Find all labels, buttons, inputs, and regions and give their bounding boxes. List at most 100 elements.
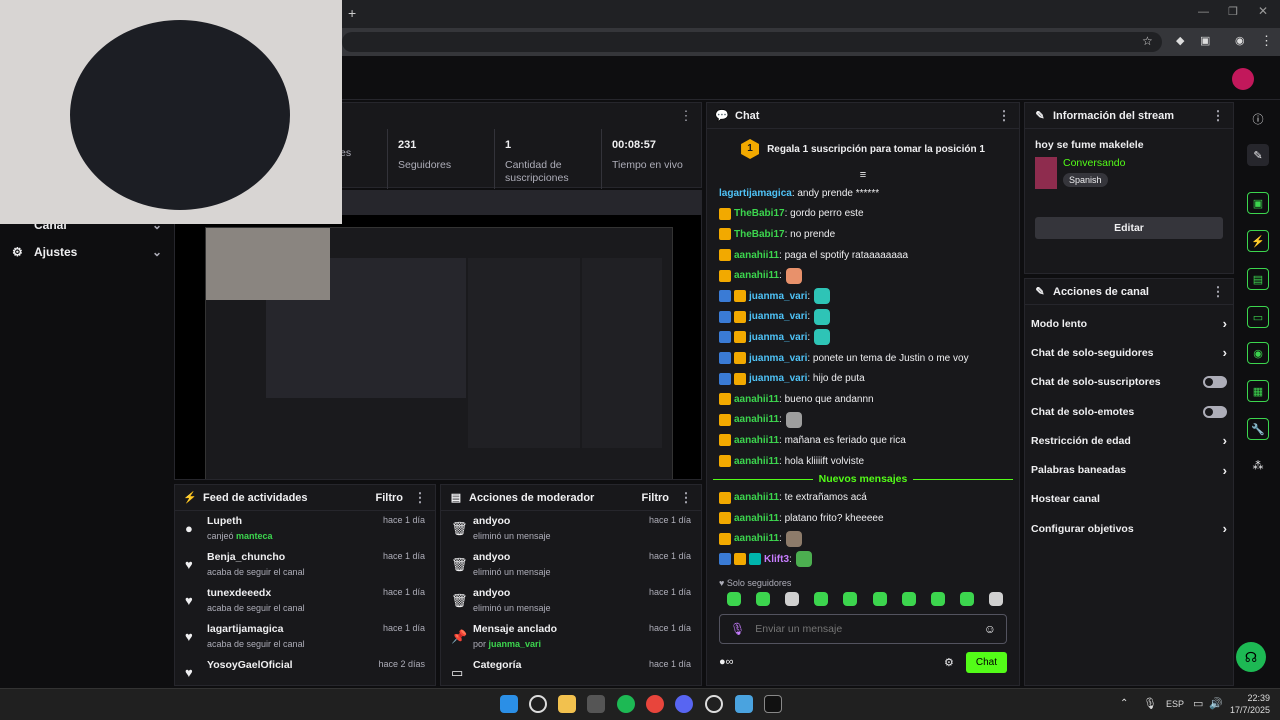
app-f-icon[interactable] [735,695,753,713]
obs-icon[interactable] [705,695,723,713]
chat-username[interactable]: aanahii11 [734,270,779,281]
chat-message-input[interactable] [755,622,984,635]
toggle-switch[interactable] [1203,376,1227,389]
chat-username[interactable]: aanahii11 [734,250,779,261]
dots-icon[interactable]: ⁂ [1247,454,1269,476]
chat-username[interactable]: Klift3 [764,554,789,565]
emote-picker-icon[interactable] [960,591,975,606]
mic-icon[interactable]: 🎙 [730,622,745,636]
emote-picker-icon[interactable] [755,591,770,606]
chat-username[interactable]: juanma_vari [749,373,807,384]
mod-user[interactable]: andyoo [473,551,551,563]
chat-username[interactable]: TheBabi17 [734,208,785,219]
chat-send-button[interactable]: Chat [965,651,1007,673]
file-explorer-icon[interactable] [558,695,576,713]
channel-actions-menu-icon[interactable]: ⋮ [1211,284,1225,300]
emote-picker-icon[interactable] [930,591,945,606]
chat-input-box[interactable]: 🎙 ☺ [719,613,1007,644]
mod-user[interactable]: Categoría [473,659,521,671]
chat-username[interactable]: aanahii11 [734,394,779,405]
minimize-icon[interactable]: — [1198,6,1209,18]
wrench-icon[interactable]: 🔧 [1247,418,1269,440]
pinned-toggle-icon[interactable]: ≡ [707,169,1019,183]
points-icon[interactable]: ●∞ [719,656,734,668]
discord-icon[interactable] [675,695,693,713]
chat-username[interactable]: TheBabi17 [734,229,785,240]
spotify-icon[interactable] [617,695,635,713]
chat-username[interactable]: aanahii11 [734,533,779,544]
store-icon[interactable] [587,695,605,713]
channel-action-item[interactable]: Palabras baneadas › [1025,455,1233,484]
channel-action-item[interactable]: Hostear canal [1025,485,1233,514]
stream-preview[interactable] [174,190,702,480]
tray-mic-icon[interactable]: 🎙 [1143,697,1157,710]
feed-user[interactable]: YosoyGaelOficial [207,659,293,671]
profile-icon[interactable]: ◉ [1235,34,1245,47]
chat-username[interactable]: aanahii11 [734,456,779,467]
chat-username[interactable]: aanahii11 [734,435,779,446]
channel-action-item[interactable]: Configurar objetivos › [1025,514,1233,543]
activity-menu-icon[interactable]: ⋮ [413,490,427,506]
toggle-switch[interactable] [1203,405,1227,418]
emote-picker-icon[interactable] [814,591,829,606]
emote-picker-icon[interactable] [843,591,858,606]
chrome-icon[interactable] [646,695,664,713]
url-field[interactable] [342,32,1162,52]
restore-icon[interactable]: ❐ [1228,5,1238,18]
chat-username[interactable]: juanma_vari [749,291,807,302]
channel-action-item[interactable]: Chat de solo-suscriptores [1025,368,1233,397]
avatar[interactable] [1232,68,1254,90]
edit-button[interactable]: Editar [1035,217,1223,239]
emote-picker-icon[interactable] [872,591,887,606]
browser-menu-icon[interactable]: ⋮ [1260,33,1273,49]
tray-chevron-icon[interactable]: ⌃ [1120,698,1128,709]
chat-username[interactable]: aanahii11 [734,513,779,524]
chat-username[interactable]: aanahii11 [734,492,779,503]
info-icon[interactable]: ⓘ [1247,108,1269,130]
network-icon[interactable]: ▭ [1193,697,1203,710]
mod-menu-icon[interactable]: ⋮ [679,490,693,506]
new-tab-button[interactable]: + [348,5,356,21]
mod-user[interactable]: andyoo [473,587,551,599]
emote-picker-icon[interactable] [989,591,1004,606]
edit-icon[interactable]: ✎ [1247,144,1269,166]
start-icon[interactable] [500,695,518,713]
feed-user[interactable]: Lupeth [207,515,273,527]
feed-user[interactable]: lagartijamagica [207,623,305,635]
chat-username[interactable]: juanma_vari [749,332,807,343]
epic-games-icon[interactable] [764,695,782,713]
mod-user[interactable]: andyoo [473,515,551,527]
feed-user[interactable]: Benja_chuncho [207,551,305,563]
new-messages-divider[interactable]: Nuevos mensajes [713,473,1013,485]
channel-action-item[interactable]: Chat de solo-emotes [1025,397,1233,426]
activity-filter-button[interactable]: Filtro [376,492,404,504]
category-name[interactable]: Conversando [1063,157,1125,169]
volume-icon[interactable]: 🔊 [1209,697,1223,710]
emoji-icon[interactable]: ☺ [984,622,996,636]
gift-leaderboard[interactable]: 1 Regala 1 suscripción para tomar la pos… [707,129,1019,169]
emote-picker-icon[interactable] [726,591,741,606]
channel-action-item[interactable]: Chat de solo-seguidores › [1025,338,1233,367]
chat-icon[interactable]: ▭ [1247,306,1269,328]
layout-icon[interactable]: ▦ [1247,380,1269,402]
clock[interactable]: 22:39 17/7/2025 [1226,692,1270,716]
chat-username[interactable]: juanma_vari [749,353,807,364]
clip-icon[interactable]: ▣ [1247,192,1269,214]
support-icon[interactable]: ☊ [1236,642,1266,672]
channel-action-item[interactable]: Modo lento › [1025,309,1233,338]
feed-user[interactable]: tunexdeeedx [207,587,305,599]
broadcast-icon[interactable]: ◉ [1247,342,1269,364]
emote-picker-icon[interactable] [901,591,916,606]
mod-user[interactable]: Mensaje anclado [473,623,557,635]
keyboard-language[interactable]: ESP [1166,699,1184,709]
chat-username[interactable]: juanma_vari [749,311,807,322]
mod-filter-button[interactable]: Filtro [642,492,670,504]
channel-action-item[interactable]: Restricción de edad › [1025,426,1233,455]
stream-info-menu-icon[interactable]: ⋮ [1211,108,1225,124]
chat-menu-icon[interactable]: ⋮ [997,108,1011,124]
extension-icon[interactable]: ◆ [1176,34,1184,47]
search-icon[interactable] [529,695,547,713]
emote-picker-icon[interactable] [784,591,799,606]
stats-menu-icon[interactable]: ⋮ [679,108,693,124]
puzzle-icon[interactable]: ▣ [1200,34,1210,47]
